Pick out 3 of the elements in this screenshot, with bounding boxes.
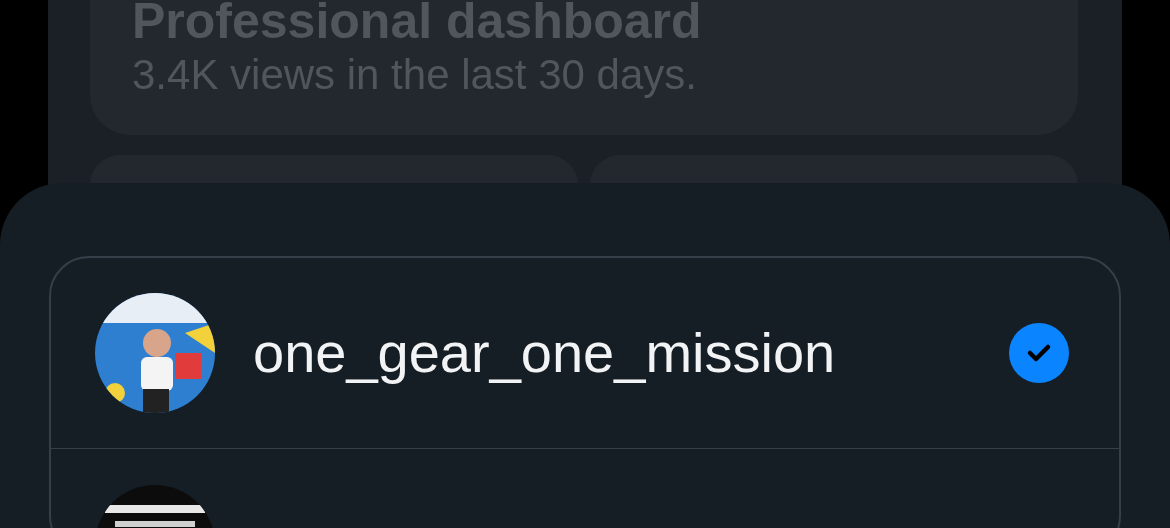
account-row[interactable]: one_gear_one_mission bbox=[51, 258, 1119, 448]
check-icon[interactable] bbox=[1009, 323, 1069, 383]
account-username: one_gear_one_mission bbox=[253, 320, 836, 386]
